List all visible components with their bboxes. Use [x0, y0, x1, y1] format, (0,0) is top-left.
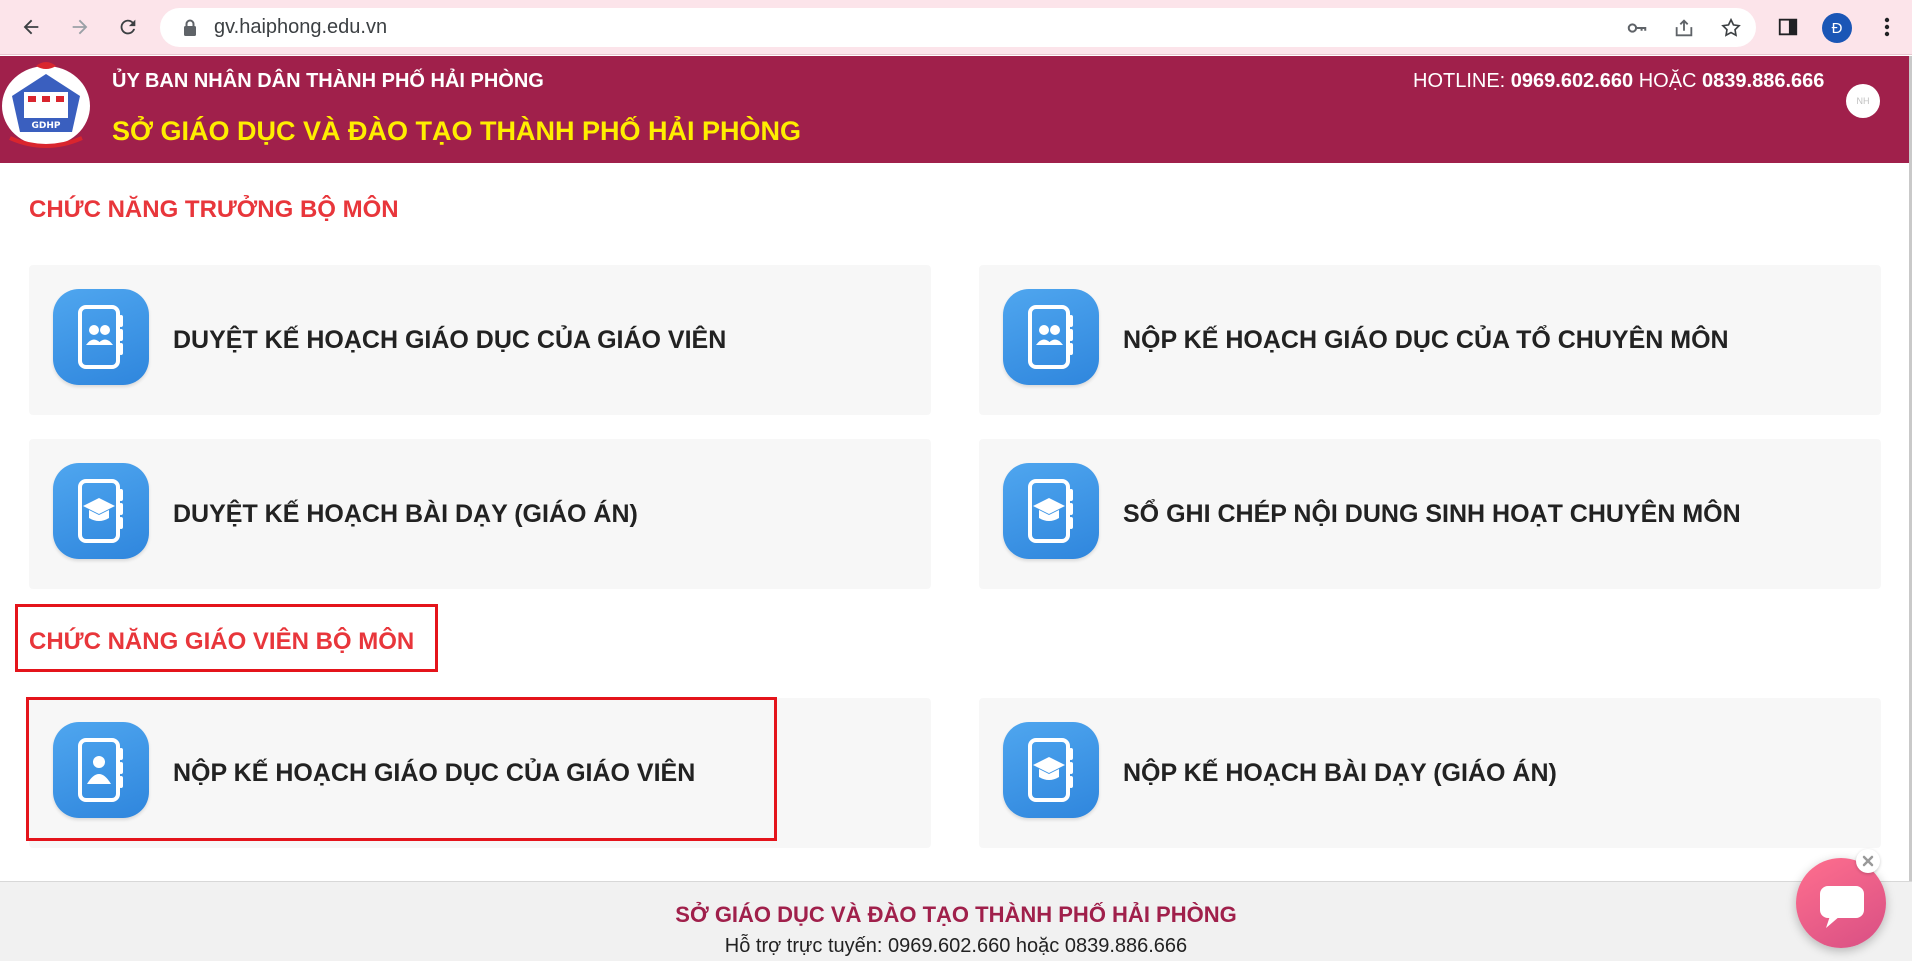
more-vert-icon[interactable] [1872, 12, 1902, 42]
hotline: HOTLINE: 0969.602.660 HOẶC 0839.886.666 [1413, 70, 1824, 93]
profile-avatar[interactable]: Đ [1822, 13, 1852, 43]
site-header: GDHP ỦY BAN NHÂN DÂN THÀNH PHỐ HẢI PHÒNG… [0, 56, 1912, 163]
side-panel-icon[interactable] [1773, 12, 1803, 42]
card-label: NỘP KẾ HOẠCH GIÁO DỤC CỦA TỔ CHUYÊN MÔN [1123, 325, 1729, 354]
site-logo[interactable]: GDHP [0, 56, 92, 150]
card-submit-department-education-plan[interactable]: NỘP KẾ HOẠCH GIÁO DỤC CỦA TỔ CHUYÊN MÔN [979, 265, 1881, 415]
group-book-icon [1003, 289, 1099, 385]
footer-title: SỞ GIÁO DỤC VÀ ĐÀO TẠO THÀNH PHỐ HẢI PHÒ… [675, 902, 1237, 927]
chat-close-icon[interactable] [1856, 849, 1880, 873]
svg-text:GDHP: GDHP [32, 121, 61, 131]
group-book-icon [53, 289, 149, 385]
card-label: SỔ GHI CHÉP NỘI DUNG SINH HOẠT CHUYÊN MÔ… [1123, 499, 1741, 528]
card-label: DUYỆT KẾ HOẠCH BÀI DẠY (GIÁO ÁN) [173, 499, 638, 528]
section-title-subject-teacher: CHỨC NĂNG GIÁO VIÊN BỘ MÔN [29, 628, 415, 655]
org-parent-name: ỦY BAN NHÂN DÂN THÀNH PHỐ HẢI PHÒNG [112, 70, 544, 92]
org-name: SỞ GIÁO DỤC VÀ ĐÀO TẠO THÀNH PHỐ HẢI PHÒ… [112, 116, 802, 146]
section-title-head-of-department: CHỨC NĂNG TRƯỞNG BỘ MÔN [29, 196, 399, 223]
card-label: NỘP KẾ HOẠCH BÀI DẠY (GIÁO ÁN) [1123, 758, 1557, 787]
highlight-teacher-plan-card [26, 697, 777, 841]
footer-support: Hỗ trợ trực tuyến: 0969.602.660 hoặc 083… [724, 935, 1188, 957]
hotline-number-1[interactable]: 0969.602.660 [1511, 70, 1633, 92]
hotline-number-2[interactable]: 0839.886.666 [1702, 70, 1824, 92]
share-icon[interactable] [1673, 17, 1695, 39]
forward-arrow-icon[interactable] [65, 12, 95, 42]
star-icon[interactable] [1720, 17, 1742, 39]
graduation-book-icon [53, 463, 149, 559]
site-footer: SỞ GIÁO DỤC VÀ ĐÀO TẠO THÀNH PHỐ HẢI PHÒ… [0, 881, 1912, 961]
reload-icon[interactable] [113, 12, 143, 42]
lock-icon[interactable] [182, 19, 200, 37]
graduation-book-icon [1003, 722, 1099, 818]
user-avatar[interactable]: NH [1846, 84, 1880, 118]
key-icon[interactable] [1626, 17, 1648, 39]
browser-toolbar: gv.haiphong.edu.vn Đ [0, 0, 1912, 55]
address-bar[interactable]: gv.haiphong.edu.vn [160, 8, 1756, 47]
card-submit-lesson-plan[interactable]: NỘP KẾ HOẠCH BÀI DẠY (GIÁO ÁN) [979, 698, 1881, 848]
hotline-or: HOẶC [1633, 70, 1703, 92]
graduation-book-icon [1003, 463, 1099, 559]
back-arrow-icon[interactable] [16, 12, 46, 42]
url-text[interactable]: gv.haiphong.edu.vn [214, 16, 387, 39]
card-label: DUYỆT KẾ HOẠCH GIÁO DỤC CỦA GIÁO VIÊN [173, 325, 727, 354]
hotline-label: HOTLINE: [1413, 70, 1511, 92]
card-approve-teacher-education-plan[interactable]: DUYỆT KẾ HOẠCH GIÁO DỤC CỦA GIÁO VIÊN [29, 265, 931, 415]
card-approve-lesson-plan[interactable]: DUYỆT KẾ HOẠCH BÀI DẠY (GIÁO ÁN) [29, 439, 931, 589]
card-professional-activity-log[interactable]: SỔ GHI CHÉP NỘI DUNG SINH HOẠT CHUYÊN MÔ… [979, 439, 1881, 589]
